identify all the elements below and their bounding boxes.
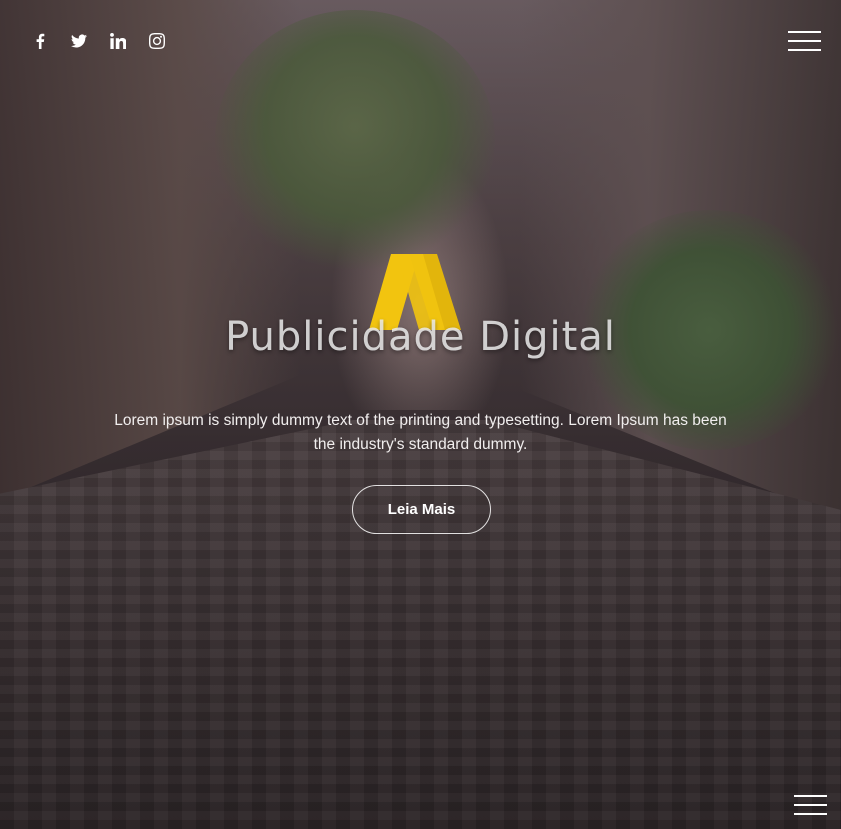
instagram-icon[interactable] — [147, 30, 166, 52]
cobblestone-street — [0, 420, 841, 829]
facebook-icon[interactable] — [30, 30, 49, 52]
menu-line — [788, 31, 821, 33]
read-more-button[interactable]: Leia Mais — [352, 485, 491, 534]
tree-left — [215, 10, 495, 270]
brand-logo: Publicidade Digital — [0, 252, 841, 360]
menu-line — [794, 813, 827, 815]
menu-line — [794, 804, 827, 806]
menu-line — [788, 49, 821, 51]
brand-name: Publicidade Digital — [225, 314, 616, 360]
menu-line — [788, 40, 821, 42]
hamburger-menu-icon[interactable] — [794, 795, 827, 815]
menu-line — [794, 795, 827, 797]
twitter-icon[interactable] — [69, 30, 88, 52]
hamburger-menu-icon[interactable] — [788, 31, 821, 51]
linkedin-icon[interactable] — [108, 30, 127, 52]
social-links — [30, 30, 166, 52]
hero-tagline: Lorem ipsum is simply dummy text of the … — [114, 411, 727, 453]
